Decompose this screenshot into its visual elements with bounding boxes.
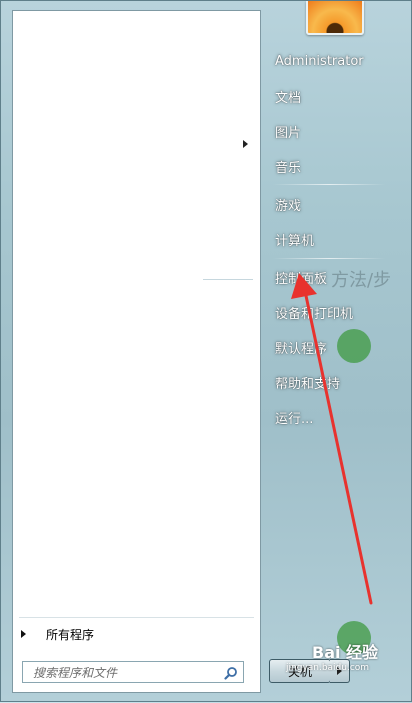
search-icon[interactable]: [224, 666, 238, 680]
submenu-arrow-icon[interactable]: [243, 140, 248, 148]
control-panel-link[interactable]: 控制面板: [269, 263, 385, 291]
all-programs-label: 所有程序: [46, 627, 95, 642]
pictures-link[interactable]: 图片: [269, 117, 385, 145]
watermark: Bai 经验 jingyan.baidu.com: [286, 639, 378, 673]
default-programs-link[interactable]: 默认程序: [269, 333, 385, 361]
divider: [203, 279, 253, 280]
all-programs-button[interactable]: 所有程序: [17, 623, 255, 645]
documents-link[interactable]: 文档: [269, 82, 385, 110]
search-placeholder: 搜索程序和文件: [33, 665, 118, 680]
computer-link[interactable]: 计算机: [269, 225, 385, 253]
divider: [19, 617, 254, 618]
watermark-url: jingyan.baidu.com: [286, 663, 370, 673]
games-link[interactable]: 游戏: [269, 190, 385, 218]
user-folder-link[interactable]: Administrator: [269, 47, 385, 75]
divider: [273, 258, 385, 259]
divider: [273, 184, 385, 185]
programs-pane: 所有程序 搜索程序和文件: [12, 10, 261, 693]
search-input[interactable]: 搜索程序和文件: [22, 661, 244, 683]
user-picture[interactable]: [306, 1, 364, 35]
run-link[interactable]: 运行...: [269, 403, 385, 431]
start-menu: 方法/步 所有程序 搜索程序和文件 Administrator 文档 图片 音乐…: [0, 0, 412, 702]
devices-printers-link[interactable]: 设备和打印机: [269, 298, 385, 326]
arrow-right-icon: [21, 630, 26, 638]
help-support-link[interactable]: 帮助和支持: [269, 368, 385, 396]
watermark-brand: Bai 经验: [312, 643, 379, 662]
music-link[interactable]: 音乐: [269, 152, 385, 180]
